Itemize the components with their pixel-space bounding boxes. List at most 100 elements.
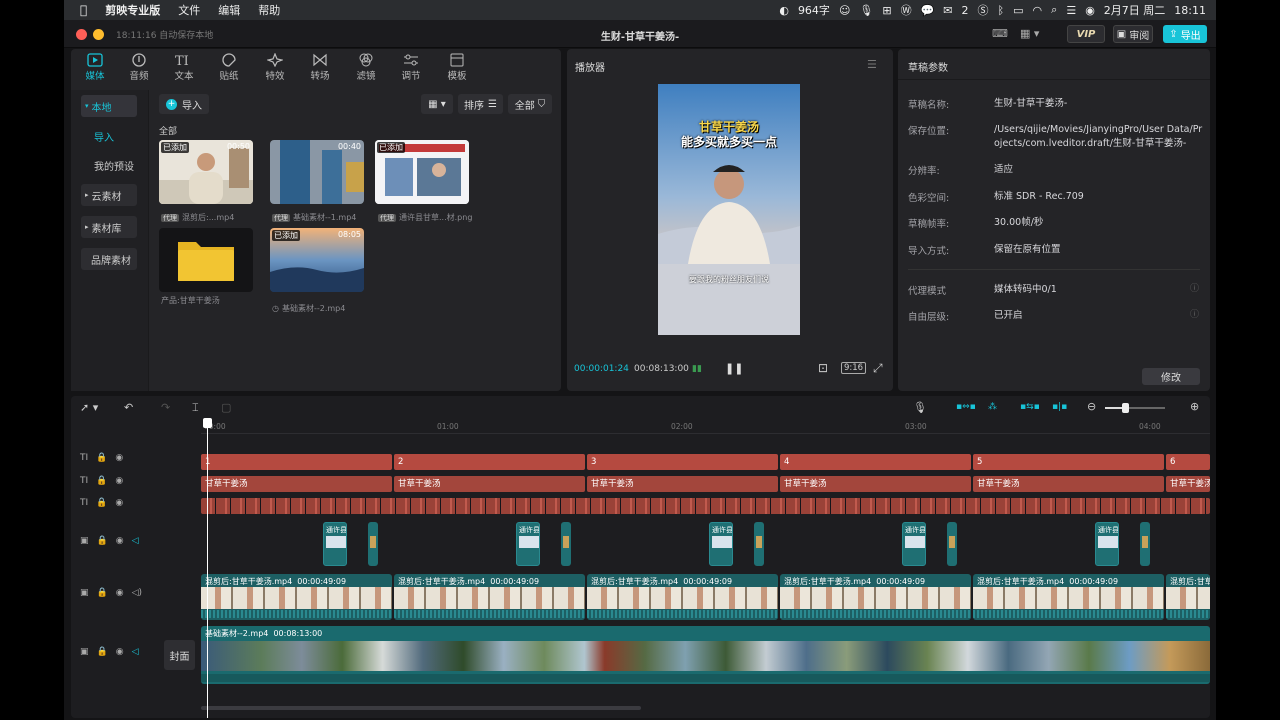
overlay-clip[interactable] — [754, 522, 764, 566]
mic-icon[interactable]: 🎙 — [859, 4, 873, 17]
sidebar-item-import[interactable]: 导入 — [81, 125, 137, 147]
text-segment[interactable]: 甘草干姜汤 — [394, 476, 585, 492]
tab-sticker[interactable]: 贴纸 — [207, 51, 251, 82]
menu-help[interactable]: 帮助 — [258, 2, 280, 18]
main-video-clip[interactable]: 混剪后:甘草干姜汤.mp4 00:00:49:09 — [780, 574, 971, 620]
tab-media[interactable]: 媒体 — [73, 51, 117, 82]
menu-app-name[interactable]: 剪映专业版 — [105, 2, 160, 18]
undo-icon[interactable]: ↶ — [124, 401, 133, 414]
review-button[interactable]: ▣ 审阅 — [1113, 25, 1153, 43]
layout-icon[interactable]: ▦ ▾ — [1020, 27, 1039, 40]
overlay-clip[interactable]: 通许县 — [709, 522, 733, 566]
title-segment[interactable]: 4 — [780, 454, 971, 470]
media-item[interactable]: 已添加 08:05 — [270, 228, 364, 292]
wifi-icon[interactable]: ◠ — [1033, 4, 1043, 17]
sidebar-item-library[interactable]: ▸ 素材库 — [81, 216, 137, 238]
tab-filter[interactable]: 滤镜 — [344, 51, 388, 82]
text-segment[interactable]: 甘草干姜汤 — [1166, 476, 1210, 492]
view-mode-button[interactable]: ▦ ▾ — [421, 94, 453, 114]
aspect-ratio-button[interactable]: 9:16 — [841, 362, 867, 374]
sort-button[interactable]: 排序 ☰ — [458, 94, 503, 114]
eye-icon[interactable]: ◉ — [115, 453, 123, 463]
fullscreen-icon[interactable]: ⤢ — [873, 361, 883, 376]
bluetooth-icon[interactable]: ᛒ — [998, 4, 1005, 17]
mute-icon[interactable]: ◁ — [132, 536, 139, 546]
lock-icon[interactable]: 🔒 — [97, 647, 108, 657]
overlay-clip[interactable]: 通许县 — [323, 522, 347, 566]
vip-button[interactable]: VIP — [1067, 25, 1105, 43]
eye-icon[interactable]: ◉ — [116, 647, 124, 657]
menu-edit[interactable]: 编辑 — [218, 2, 240, 18]
tab-adjust[interactable]: 调节 — [389, 51, 433, 82]
link-icon[interactable]: ▪⇆▪ — [1020, 402, 1040, 412]
w-icon[interactable]: Ⓦ — [901, 2, 912, 18]
overlay-clip[interactable] — [1140, 522, 1150, 566]
lock-icon[interactable]: 🔒 — [96, 498, 107, 508]
sidebar-item-local[interactable]: ▾ 本地 — [81, 95, 137, 117]
background-video-clip[interactable]: 基础素材--2.mp4 00:08:13:00 — [201, 626, 1210, 684]
tab-effects[interactable]: 特效 — [253, 51, 297, 82]
eye-icon[interactable]: ◉ — [115, 476, 123, 486]
siri-icon[interactable]: ◉ — [1085, 4, 1095, 17]
playhead[interactable] — [207, 420, 208, 718]
playhead-handle[interactable] — [203, 418, 212, 428]
subtitle-track[interactable] — [201, 498, 1210, 514]
menu-file[interactable]: 文件 — [178, 2, 200, 18]
time-ruler[interactable] — [201, 420, 1210, 434]
timeline-scrollbar[interactable] — [201, 706, 641, 710]
main-video-clip[interactable]: 混剪后:甘草干姜汤.mp4 00:00:49:09 — [394, 574, 585, 620]
import-button[interactable]: + 导入 — [159, 94, 209, 114]
keyboard-icon[interactable]: ⌨ — [992, 27, 1008, 40]
text-segment[interactable]: 甘草干姜汤 — [587, 476, 778, 492]
player-menu-icon[interactable]: ☰ — [867, 58, 877, 71]
media-item[interactable]: 已添加 — [375, 140, 469, 204]
delete-icon[interactable]: ▢ — [221, 401, 231, 414]
sidebar-item-presets[interactable]: 我的预设 — [81, 154, 137, 176]
s-icon[interactable]: Ⓢ — [978, 2, 989, 18]
zoom-slider-handle[interactable] — [1122, 403, 1129, 413]
media-item[interactable]: 已添加 00:50 — [159, 140, 253, 204]
export-button[interactable]: ⇪ 导出 — [1163, 25, 1207, 43]
media-item[interactable]: 00:40 — [270, 140, 364, 204]
main-video-clip[interactable]: 混剪后:甘草干姜汤.mp4 00:00:49:09 — [587, 574, 778, 620]
search-icon[interactable]: ⌕ — [1051, 3, 1057, 17]
overlay-clip[interactable]: 通许县 — [516, 522, 540, 566]
overlay-clip[interactable]: 通许县 — [1095, 522, 1119, 566]
lock-icon[interactable]: 🔒 — [96, 476, 107, 486]
volume-icon[interactable]: ◁) — [132, 588, 142, 598]
preview-axis-icon[interactable]: ▪|▪ — [1052, 402, 1067, 412]
battery-icon[interactable]: ▭ — [1013, 4, 1023, 17]
auto-snap-icon[interactable]: ⁂ — [988, 402, 997, 412]
overlay-clip[interactable] — [561, 522, 571, 566]
redo-icon[interactable]: ↷ — [161, 401, 170, 414]
text-segment[interactable]: 甘草干姜汤 — [201, 476, 392, 492]
main-video-clip[interactable]: 混剪后:甘草干姜汤.mp4 00:00:49:09 — [973, 574, 1164, 620]
video-preview[interactable]: 甘草干姜汤 能多买就多买一点 要跟我的粉丝朋友们说 — [658, 84, 800, 335]
pause-button[interactable]: ❚❚ — [725, 362, 743, 375]
screenshot-icon[interactable]: ⊡ — [818, 361, 828, 375]
text-segment[interactable]: 甘草干姜汤 — [780, 476, 971, 492]
text-segment[interactable]: 甘草干姜汤 — [973, 476, 1164, 492]
overlay-clip[interactable] — [947, 522, 957, 566]
main-video-clip[interactable]: 混剪后:甘草干姜汤.mp4 — [1166, 574, 1210, 620]
title-segment[interactable]: 6 — [1166, 454, 1210, 470]
apple-icon[interactable]:  — [80, 3, 87, 17]
grid-icon[interactable]: ⊞ — [882, 4, 891, 17]
modify-button[interactable]: 修改 — [1142, 368, 1200, 385]
tab-audio[interactable]: 音频 — [117, 51, 161, 82]
main-video-clip[interactable]: 混剪后:甘草干姜汤.mp4 00:00:49:09 — [201, 574, 392, 620]
emoji-icon[interactable]: ☺ — [839, 4, 850, 17]
title-segment[interactable]: 5 — [973, 454, 1164, 470]
eye-icon[interactable]: ◉ — [115, 498, 123, 508]
lock-icon[interactable]: 🔒 — [96, 453, 107, 463]
tab-transition[interactable]: 转场 — [298, 51, 342, 82]
tab-text[interactable]: TI 文本 — [162, 51, 206, 82]
sidebar-item-brand[interactable]: 品牌素材 — [81, 248, 137, 270]
overlay-clip[interactable] — [368, 522, 378, 566]
lock-icon[interactable]: 🔒 — [97, 588, 108, 598]
control-center-icon[interactable]: ☰ — [1066, 4, 1076, 17]
split-icon[interactable]: ⌶ — [192, 401, 199, 415]
title-segment[interactable]: 3 — [587, 454, 778, 470]
wechat-icon[interactable]: ✉ — [943, 4, 952, 17]
tab-template[interactable]: 模板 — [435, 51, 479, 82]
